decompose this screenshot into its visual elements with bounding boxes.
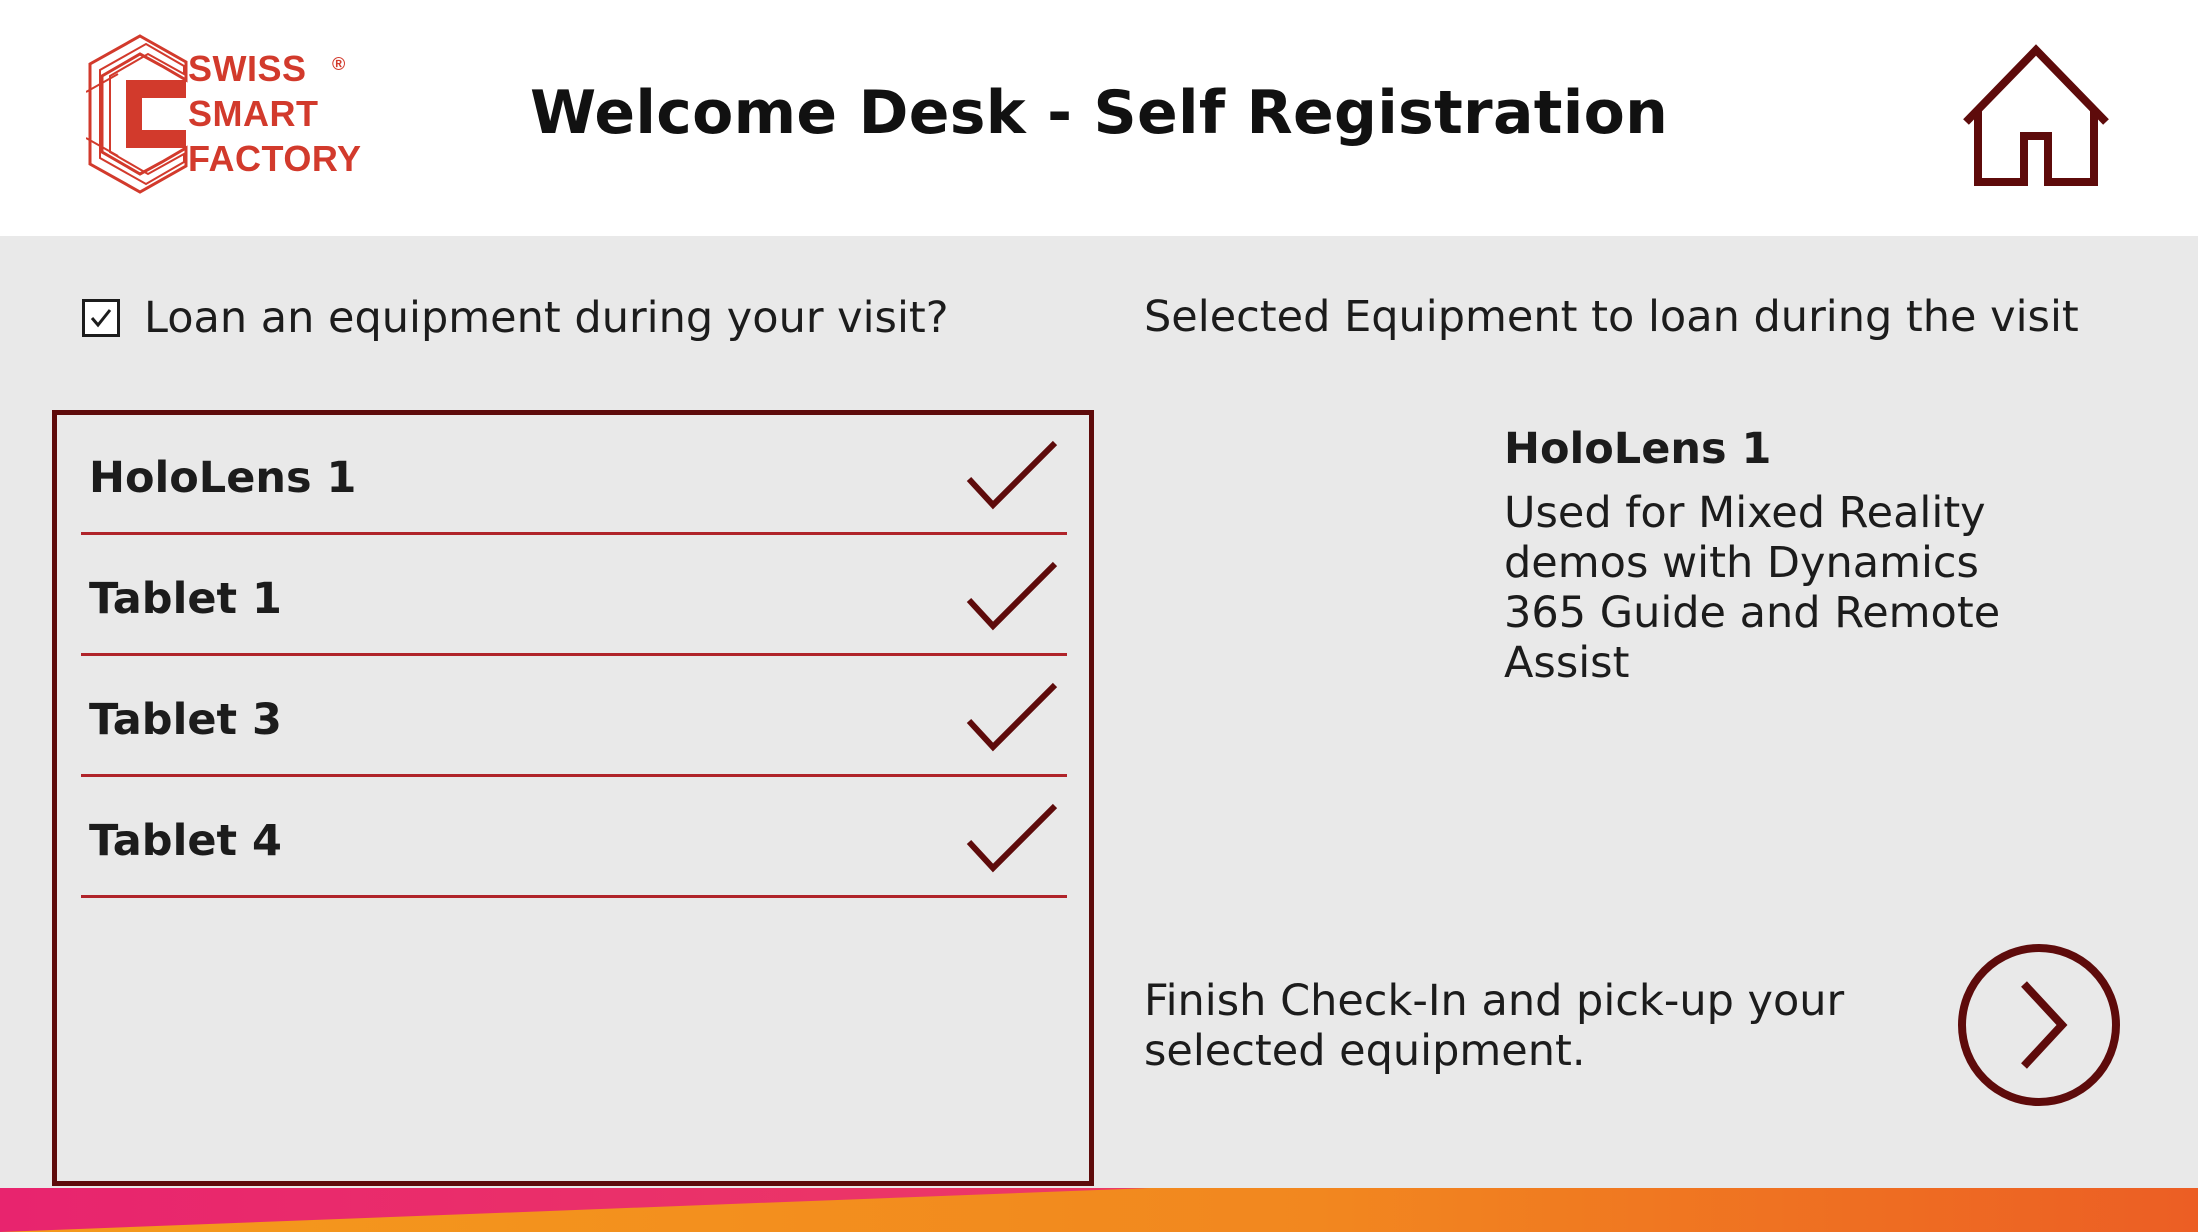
- equipment-name: Tablet 1: [89, 574, 282, 624]
- equipment-item-tablet-4[interactable]: Tablet 4: [81, 778, 1067, 898]
- brand-bar-graphic: [0, 1188, 2198, 1232]
- selected-check-icon: [966, 682, 1058, 752]
- equipment-name: Tablet 4: [89, 816, 282, 866]
- header-bar: SWISS SMART FACTORY ® Welcome Desk - Sel…: [0, 0, 2198, 236]
- equipment-item-hololens-1[interactable]: HoloLens 1: [81, 415, 1067, 535]
- selected-check-icon: [966, 803, 1058, 873]
- logo-line-3: FACTORY: [188, 138, 362, 179]
- selected-check-icon: [966, 561, 1058, 631]
- equipment-item-tablet-1[interactable]: Tablet 1: [81, 536, 1067, 656]
- equipment-item-tablet-3[interactable]: Tablet 3: [81, 657, 1067, 777]
- loan-equipment-label: Loan an equipment during your visit?: [144, 293, 949, 343]
- home-button[interactable]: [1960, 44, 2112, 190]
- loan-equipment-checkbox[interactable]: [82, 299, 120, 337]
- selected-check-icon: [966, 440, 1058, 510]
- chevron-right-circle-icon: [1958, 944, 2120, 1106]
- registered-mark: ®: [332, 54, 346, 74]
- equipment-name: Tablet 3: [89, 695, 282, 745]
- selected-equipment-heading: Selected Equipment to loan during the vi…: [1144, 292, 2079, 342]
- selected-equipment-description: Used for Mixed Reality demos with Dynami…: [1504, 488, 2001, 688]
- logo-line-2: SMART: [188, 93, 319, 134]
- brand-gradient-bar: [0, 1188, 2198, 1232]
- home-icon: [1963, 44, 2109, 186]
- logo-mark-icon: [86, 34, 188, 194]
- swiss-smart-factory-logo: SWISS SMART FACTORY ®: [86, 34, 366, 194]
- equipment-list: HoloLens 1 Tablet 1 Tablet 3 Tablet 4: [52, 410, 1094, 1186]
- next-button[interactable]: [1956, 942, 2122, 1108]
- equipment-name: HoloLens 1: [89, 453, 357, 503]
- page-title: Welcome Desk - Self Registration: [530, 78, 1669, 148]
- checkmark-icon: [90, 309, 112, 328]
- selected-equipment-name: HoloLens 1: [1504, 424, 1772, 474]
- loan-equipment-row: Loan an equipment during your visit?: [82, 290, 949, 346]
- finish-checkin-text: Finish Check-In and pick-up your selecte…: [1144, 976, 1845, 1076]
